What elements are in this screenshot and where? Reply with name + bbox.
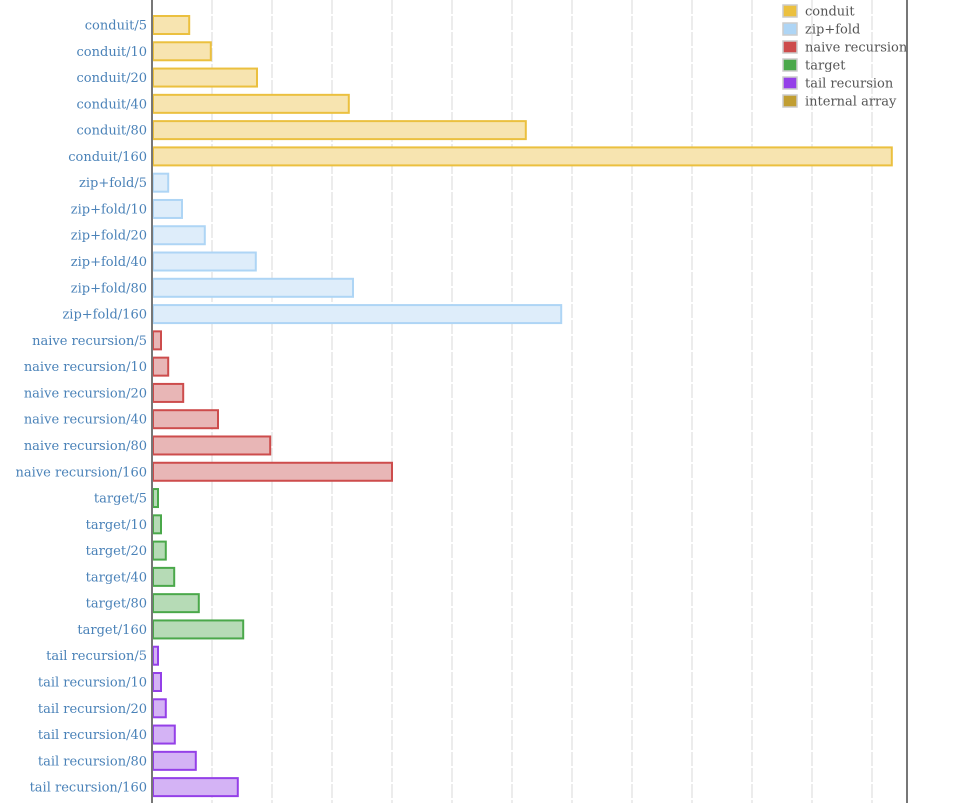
legend-swatch — [782, 4, 798, 18]
bar — [152, 461, 393, 482]
category-label: target/160 — [77, 623, 147, 638]
legend-label: tail recursion — [805, 77, 894, 92]
bar — [152, 540, 167, 561]
legend-swatch — [782, 94, 798, 108]
category-label: conduit/40 — [77, 97, 147, 112]
category-label: naive recursion/40 — [24, 413, 147, 428]
bar — [152, 488, 159, 509]
category-label: zip+fold/10 — [71, 202, 147, 217]
bar — [152, 593, 200, 614]
legend-item: internal array — [782, 94, 897, 110]
legend-swatch — [782, 76, 798, 90]
bars — [152, 15, 893, 798]
legend-swatch — [782, 22, 798, 36]
bar — [152, 120, 527, 141]
legend-item: tail recursion — [782, 76, 894, 92]
category-label: target/40 — [86, 570, 147, 585]
bar — [152, 409, 219, 430]
bar — [152, 172, 170, 193]
category-label: tail recursion/10 — [38, 676, 147, 691]
category-label: naive recursion/80 — [24, 439, 147, 454]
category-label: tail recursion/160 — [30, 781, 147, 796]
category-label: target/20 — [86, 544, 147, 559]
legend-item: zip+fold — [782, 22, 860, 38]
category-label: conduit/5 — [85, 19, 147, 34]
bar — [152, 672, 162, 692]
bar — [152, 251, 257, 272]
category-label: zip+fold/40 — [71, 255, 147, 270]
bar — [152, 93, 350, 114]
bar — [152, 698, 167, 719]
bar — [152, 277, 354, 298]
legend-label: target — [805, 59, 846, 74]
category-label: naive recursion/160 — [16, 465, 147, 480]
category-label: conduit/20 — [77, 71, 147, 86]
bar — [152, 330, 162, 351]
bar — [152, 724, 176, 745]
legend: conduit zip+fold naive recursion target tail… — [782, 4, 908, 110]
bar — [152, 225, 206, 246]
bar — [152, 750, 197, 771]
bar — [152, 777, 239, 798]
category-label: zip+fold/160 — [62, 308, 147, 323]
bar — [152, 566, 176, 587]
bar — [152, 304, 563, 325]
category-labels: conduit/5 conduit/10 conduit/20 conduit/40 c… — [16, 19, 147, 796]
category-label: naive recursion/20 — [24, 386, 147, 401]
bar — [152, 15, 191, 35]
bar-chart: conduit/5 conduit/10 conduit/20 conduit/40 c… — [16, 0, 908, 803]
bar — [152, 435, 272, 456]
category-label: zip+fold/20 — [71, 229, 147, 244]
category-label: tail recursion/40 — [38, 728, 147, 743]
legend-label: internal array — [805, 95, 897, 110]
category-label: conduit/160 — [68, 150, 147, 165]
category-label: tail recursion/80 — [38, 754, 147, 769]
bar — [152, 514, 162, 535]
legend-item: naive recursion — [782, 40, 908, 56]
bar — [152, 41, 212, 62]
legend-item: target — [782, 58, 846, 74]
bar — [152, 198, 183, 219]
legend-swatch — [782, 40, 798, 54]
legend-label: zip+fold — [805, 23, 860, 38]
legend-label: conduit — [805, 5, 855, 20]
category-label: zip+fold/5 — [79, 176, 147, 191]
bar — [152, 146, 893, 167]
bar — [152, 356, 170, 377]
bar — [152, 619, 245, 640]
category-label: target/10 — [86, 518, 147, 533]
bar — [152, 382, 185, 403]
legend-label: naive recursion — [805, 41, 908, 56]
category-label: naive recursion/10 — [24, 360, 147, 375]
category-label: tail recursion/5 — [46, 649, 147, 664]
category-label: tail recursion/20 — [38, 702, 147, 717]
bar — [152, 645, 159, 666]
legend-swatch — [782, 58, 798, 72]
category-label: target/80 — [86, 597, 147, 612]
category-label: conduit/10 — [77, 45, 147, 60]
category-label: naive recursion/5 — [32, 334, 147, 349]
category-label: zip+fold/80 — [71, 281, 147, 296]
category-label: conduit/80 — [77, 124, 147, 139]
legend-item: conduit — [782, 4, 855, 20]
category-label: target/5 — [94, 492, 147, 507]
bar — [152, 67, 258, 88]
